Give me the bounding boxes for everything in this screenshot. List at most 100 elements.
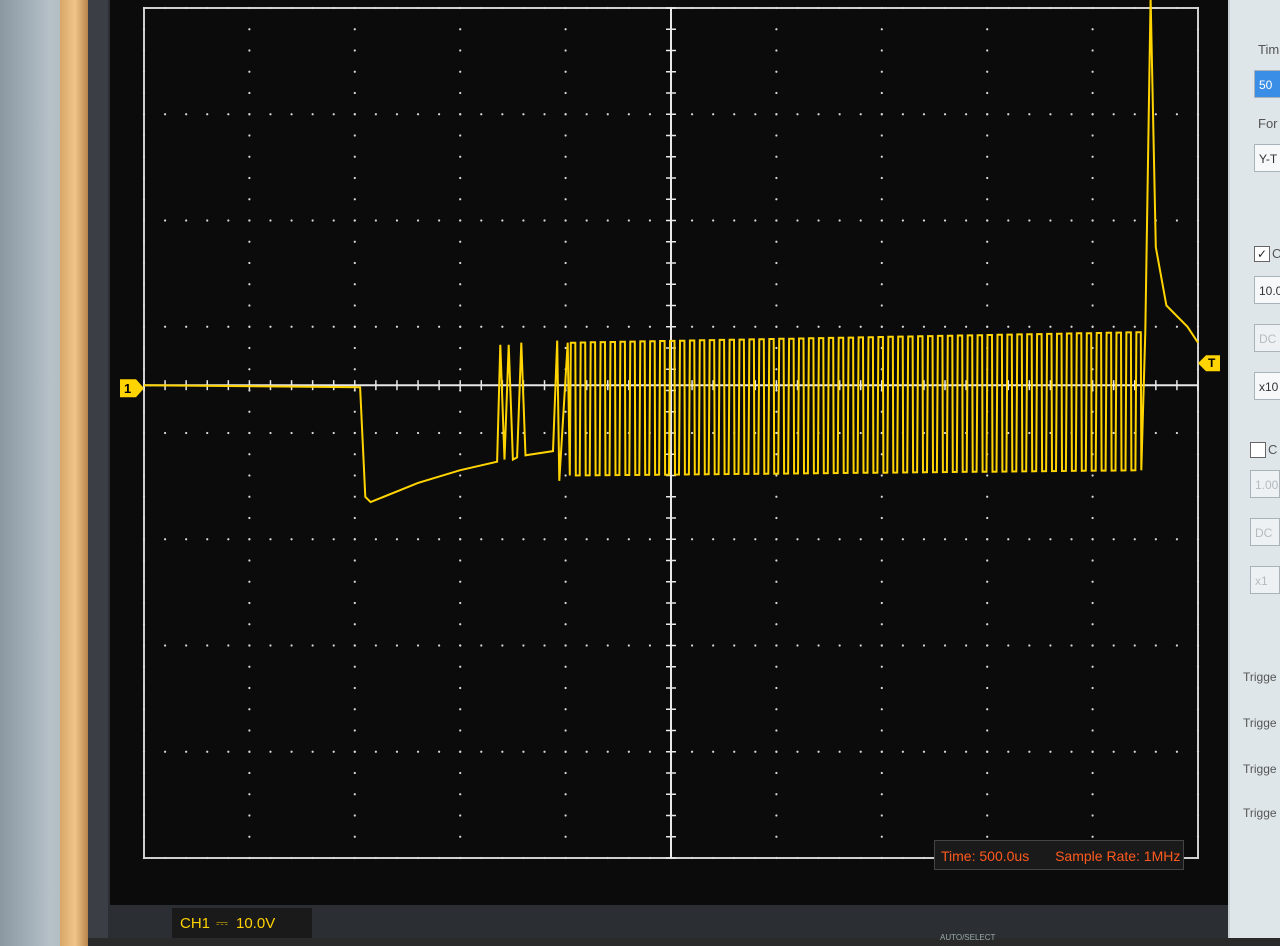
grid-dot <box>459 6 462 10</box>
grid-dot <box>353 495 356 498</box>
ch2-probe-select[interactable]: x1 <box>1250 566 1280 594</box>
grid-dot <box>1091 793 1094 796</box>
monitor-bezel <box>60 0 90 946</box>
grid-dot <box>564 261 567 265</box>
grid-dot <box>353 601 356 605</box>
grid-dot <box>901 538 904 541</box>
grid-dot <box>353 835 356 838</box>
grid-dot <box>227 325 230 328</box>
ch1-enable-checkbox[interactable]: ✓ <box>1254 246 1270 262</box>
ch2-enable-checkbox[interactable] <box>1250 442 1266 458</box>
grid-dot <box>332 856 335 860</box>
grid-dot <box>353 28 356 31</box>
grid-dot <box>311 431 314 435</box>
grid-dot <box>311 219 314 222</box>
ch2-coupling-select[interactable]: DC <box>1250 518 1280 546</box>
grid-dot <box>564 198 567 201</box>
grid-dot <box>1154 644 1157 647</box>
grid-dot <box>965 644 968 647</box>
grid-dot <box>416 219 420 222</box>
grid-dot <box>142 644 146 647</box>
grid-dot <box>986 793 989 796</box>
grid-dot <box>248 835 251 838</box>
grid-dot <box>1196 474 1200 477</box>
grid-dot <box>922 538 926 541</box>
grid-dot <box>1196 91 1200 95</box>
grid-dot <box>353 325 356 328</box>
grid-dot <box>1196 601 1200 605</box>
grid-dot <box>248 6 251 10</box>
trigger-label-1[interactable]: Trigge <box>1243 670 1277 684</box>
grid-dot <box>859 6 862 10</box>
grid-dot <box>1091 6 1094 10</box>
grid-dot <box>1091 28 1094 31</box>
grid-dot <box>311 6 314 10</box>
ch1-probe-select[interactable]: x10 <box>1254 372 1280 400</box>
grid-dot <box>416 431 420 435</box>
grid-dot <box>1196 346 1200 350</box>
grid-dot <box>859 113 862 116</box>
grid-dot <box>1091 155 1094 158</box>
grid-dot <box>1175 219 1179 222</box>
grid-dot <box>353 261 356 265</box>
grid-dot <box>943 431 947 435</box>
grid-dot <box>817 6 820 10</box>
grid-dot <box>269 538 272 541</box>
grid-dot <box>480 644 483 647</box>
grid-dot <box>395 431 399 435</box>
grid-dot <box>459 261 462 265</box>
grid-dot <box>1091 474 1094 477</box>
grid-dot <box>1091 644 1094 647</box>
grid-dot <box>564 113 567 116</box>
grid-dot <box>1091 835 1094 838</box>
grid-dot <box>142 155 146 158</box>
format-select[interactable]: Y-T <box>1254 144 1280 172</box>
grid-dot <box>206 431 209 435</box>
grid-dot <box>986 474 989 477</box>
grid-dot <box>353 198 356 201</box>
grid-dot <box>880 516 883 520</box>
grid-dot <box>775 70 778 73</box>
grid-dot <box>901 6 904 10</box>
trigger-label-3[interactable]: Trigge <box>1243 762 1277 776</box>
grid-dot <box>1007 219 1010 222</box>
ch1-coupling-select[interactable]: DC <box>1254 324 1280 352</box>
grid-dot <box>817 644 820 647</box>
auto-select-button[interactable]: AUTO/SELECT <box>940 933 995 942</box>
grid-dot <box>754 750 757 753</box>
grid-dot <box>142 835 146 838</box>
grid-dot <box>438 750 441 753</box>
grid-dot <box>185 113 188 116</box>
grid-dot <box>796 750 799 753</box>
grid-dot <box>459 856 462 860</box>
grid-dot <box>838 856 841 860</box>
grid-dot <box>206 113 209 116</box>
grid-dot <box>142 240 146 243</box>
grid-dot <box>248 453 251 456</box>
grid-dot <box>712 856 715 860</box>
grid-dot <box>564 580 567 583</box>
grid-dot <box>754 219 757 222</box>
grid-dot <box>943 113 947 116</box>
grid-dot <box>1196 49 1200 52</box>
timebase-select[interactable]: 50 <box>1254 70 1280 98</box>
grid-dot <box>353 623 356 626</box>
trigger-label-4[interactable]: Trigge <box>1243 806 1277 820</box>
ch1-volts-select[interactable]: 10.0 <box>1254 276 1280 304</box>
grid-dot <box>733 325 736 328</box>
grid-dot <box>459 623 462 626</box>
grid-dot <box>986 495 989 498</box>
grid-dot <box>733 113 736 116</box>
grid-dot <box>459 346 462 350</box>
trigger-label-2[interactable]: Trigge <box>1243 716 1277 730</box>
grid-dot <box>353 283 356 286</box>
grid-dot <box>922 856 926 860</box>
grid-dot <box>142 283 146 286</box>
grid-dot <box>459 835 462 838</box>
grid-dot <box>332 750 335 753</box>
grid-dot <box>1091 601 1094 605</box>
channel-readout[interactable]: CH1 ⎓ 10.0V <box>172 908 312 938</box>
grid-dot <box>986 261 989 265</box>
ch2-volts-select[interactable]: 1.00 <box>1250 470 1280 498</box>
grid-dot <box>564 49 567 52</box>
